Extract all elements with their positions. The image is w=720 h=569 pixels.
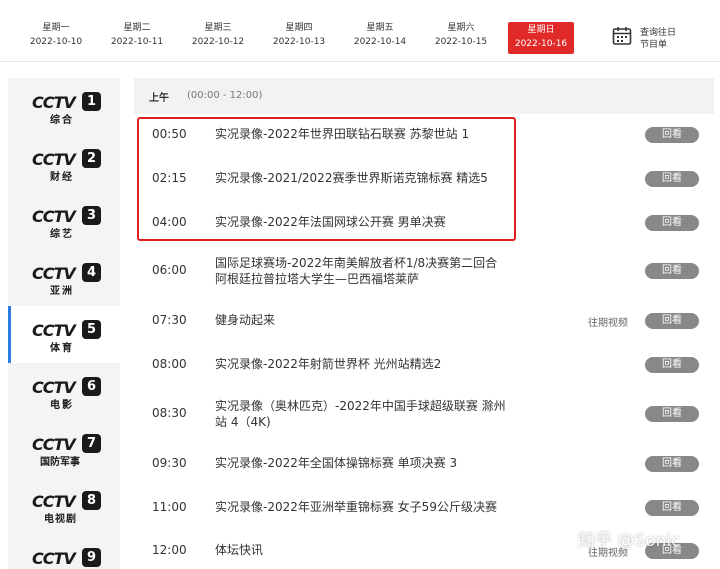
date-tab-thu[interactable]: 星期四 2022-10-13 xyxy=(264,22,334,54)
program-title[interactable]: 国际足球赛场-2022年南美解放者杯1/8决赛第二回合 阿根廷拉普拉塔大学生—巴… xyxy=(215,255,505,287)
date-tab-weekday: 星期六 xyxy=(447,23,475,33)
channel-item-1[interactable]: CCTV 1 综合 xyxy=(8,78,120,135)
highlight-box xyxy=(137,117,516,241)
channel-item-6[interactable]: CCTV 6 电影 xyxy=(8,363,120,420)
program-title[interactable]: 健身动起来 xyxy=(215,312,515,328)
program-time: 09:30 xyxy=(152,456,187,470)
cctv-logo: CCTV 1 综合 xyxy=(32,91,102,126)
replay-button[interactable]: 回看 xyxy=(645,500,699,516)
program-time: 07:30 xyxy=(152,313,187,327)
date-tab-weekday: 星期日 xyxy=(527,25,555,35)
cctv-logo: CCTV 6 电影 xyxy=(32,376,102,411)
date-tab-date: 2022-10-15 xyxy=(434,37,488,47)
date-tab-mon[interactable]: 星期一 2022-10-10 xyxy=(21,22,91,54)
date-tab-weekday: 星期五 xyxy=(366,23,394,33)
date-tab-sat[interactable]: 星期六 2022-10-15 xyxy=(426,22,496,54)
cctv-logo: CCTV 5 体育 xyxy=(32,319,102,354)
cctv-logo: CCTV 3 综艺 xyxy=(32,205,102,240)
channel-item-9[interactable]: CCTV 9 xyxy=(8,534,120,569)
channel-item-3[interactable]: CCTV 3 综艺 xyxy=(8,192,120,249)
date-tab-weekday: 星期二 xyxy=(123,23,151,33)
segment-label: 上午 xyxy=(149,93,169,104)
history-line2: 节目单 xyxy=(640,40,668,50)
program-time: 11:00 xyxy=(152,500,187,514)
watermark: 知乎 @Sonic xyxy=(578,531,681,551)
channel-item-7[interactable]: CCTV 7 国防军事 xyxy=(8,420,120,477)
cctv-logo: CCTV 8 电视剧 xyxy=(32,490,102,525)
program-title[interactable]: 体坛快讯 xyxy=(215,542,515,558)
replay-button[interactable]: 回看 xyxy=(645,313,699,329)
channel-item-4[interactable]: CCTV 4 亚洲 xyxy=(8,249,120,306)
program-time: 12:00 xyxy=(152,543,187,557)
replay-button[interactable]: 回看 xyxy=(645,456,699,472)
date-tab-wed[interactable]: 星期三 2022-10-12 xyxy=(183,22,253,54)
date-tab-date: 2022-10-16 xyxy=(514,39,568,49)
replay-button[interactable]: 回看 xyxy=(645,171,699,187)
history-schedule-link[interactable]: 查询往日 节目单 xyxy=(612,26,712,56)
program-time: 08:30 xyxy=(152,406,187,420)
channel-item-8[interactable]: CCTV 8 电视剧 xyxy=(8,477,120,534)
program-row: 08:30 实况录像（奥林匹克）-2022年中国手球超级联赛 滁州站 4（4K)… xyxy=(134,398,714,446)
date-tab-date: 2022-10-11 xyxy=(110,37,164,47)
date-tab-date: 2022-10-14 xyxy=(353,37,407,47)
date-tab-date: 2022-10-10 xyxy=(29,37,83,47)
channel-name: 财经 xyxy=(50,172,74,183)
channel-name: 亚洲 xyxy=(50,286,74,297)
cctv-logo: CCTV 7 国防军事 xyxy=(32,433,102,468)
program-time: 06:00 xyxy=(152,263,187,277)
channel-name: 综艺 xyxy=(50,229,74,240)
channel-sidebar: CCTV 1 综合 CCTV 2 财经 CCTV 3 综艺 CCTV 4 亚洲 … xyxy=(8,78,120,569)
date-tab-tue[interactable]: 星期二 2022-10-11 xyxy=(102,22,172,54)
date-bar: 星期一 2022-10-10 星期二 2022-10-11 星期三 2022-1… xyxy=(0,0,720,62)
segment-range: (00:00 - 12:00) xyxy=(187,90,263,101)
cctv-logo: CCTV 4 亚洲 xyxy=(32,262,102,297)
history-line1: 查询往日 xyxy=(640,28,677,38)
program-title[interactable]: 实况录像-2022年全国体操锦标赛 单项决赛 3 xyxy=(215,455,515,471)
calendar-icon xyxy=(612,27,632,45)
replay-button[interactable]: 回看 xyxy=(645,263,699,279)
replay-button[interactable]: 回看 xyxy=(645,357,699,373)
program-title[interactable]: 实况录像（奥林匹克）-2022年中国手球超级联赛 滁州站 4（4K) xyxy=(215,398,510,430)
channel-item-5[interactable]: CCTV 5 体育 xyxy=(8,306,120,363)
date-tab-date: 2022-10-12 xyxy=(191,37,245,47)
date-tab-weekday: 星期四 xyxy=(285,23,313,33)
channel-item-2[interactable]: CCTV 2 财经 xyxy=(8,135,120,192)
date-tab-date: 2022-10-13 xyxy=(272,37,326,47)
replay-button[interactable]: 回看 xyxy=(645,406,699,422)
channel-name: 电影 xyxy=(50,400,74,411)
date-tab-weekday: 星期三 xyxy=(204,23,232,33)
cctv-logo: CCTV 2 财经 xyxy=(32,148,102,183)
program-row: 08:00 实况录像-2022年射箭世界杯 光州站精选2 回看 xyxy=(134,356,714,396)
cctv-logo: CCTV 9 xyxy=(32,547,102,569)
channel-name: 体育 xyxy=(50,343,74,354)
program-title[interactable]: 实况录像-2022年射箭世界杯 光州站精选2 xyxy=(215,356,515,372)
program-row: 06:00 国际足球赛场-2022年南美解放者杯1/8决赛第二回合 阿根廷拉普拉… xyxy=(134,255,714,302)
date-tab-sun[interactable]: 星期日 2022-10-16 xyxy=(508,22,574,54)
segment-header: 上午 (00:00 - 12:00) xyxy=(134,78,714,114)
program-row: 09:30 实况录像-2022年全国体操锦标赛 单项决赛 3 回看 xyxy=(134,455,714,495)
program-time: 08:00 xyxy=(152,357,187,371)
archive-videos-link[interactable]: 往期视频 xyxy=(588,314,628,329)
channel-name: 电视剧 xyxy=(44,514,77,525)
program-title[interactable]: 实况录像-2022年亚洲举重锦标赛 女子59公斤级决赛 xyxy=(215,499,515,515)
replay-button[interactable]: 回看 xyxy=(645,215,699,231)
date-tab-weekday: 星期一 xyxy=(42,23,70,33)
channel-name: 国防军事 xyxy=(40,457,80,468)
date-tab-fri[interactable]: 星期五 2022-10-14 xyxy=(345,22,415,54)
replay-button[interactable]: 回看 xyxy=(645,127,699,143)
program-row: 07:30 健身动起来 往期视频 回看 xyxy=(134,312,714,352)
channel-name: 综合 xyxy=(50,115,74,126)
